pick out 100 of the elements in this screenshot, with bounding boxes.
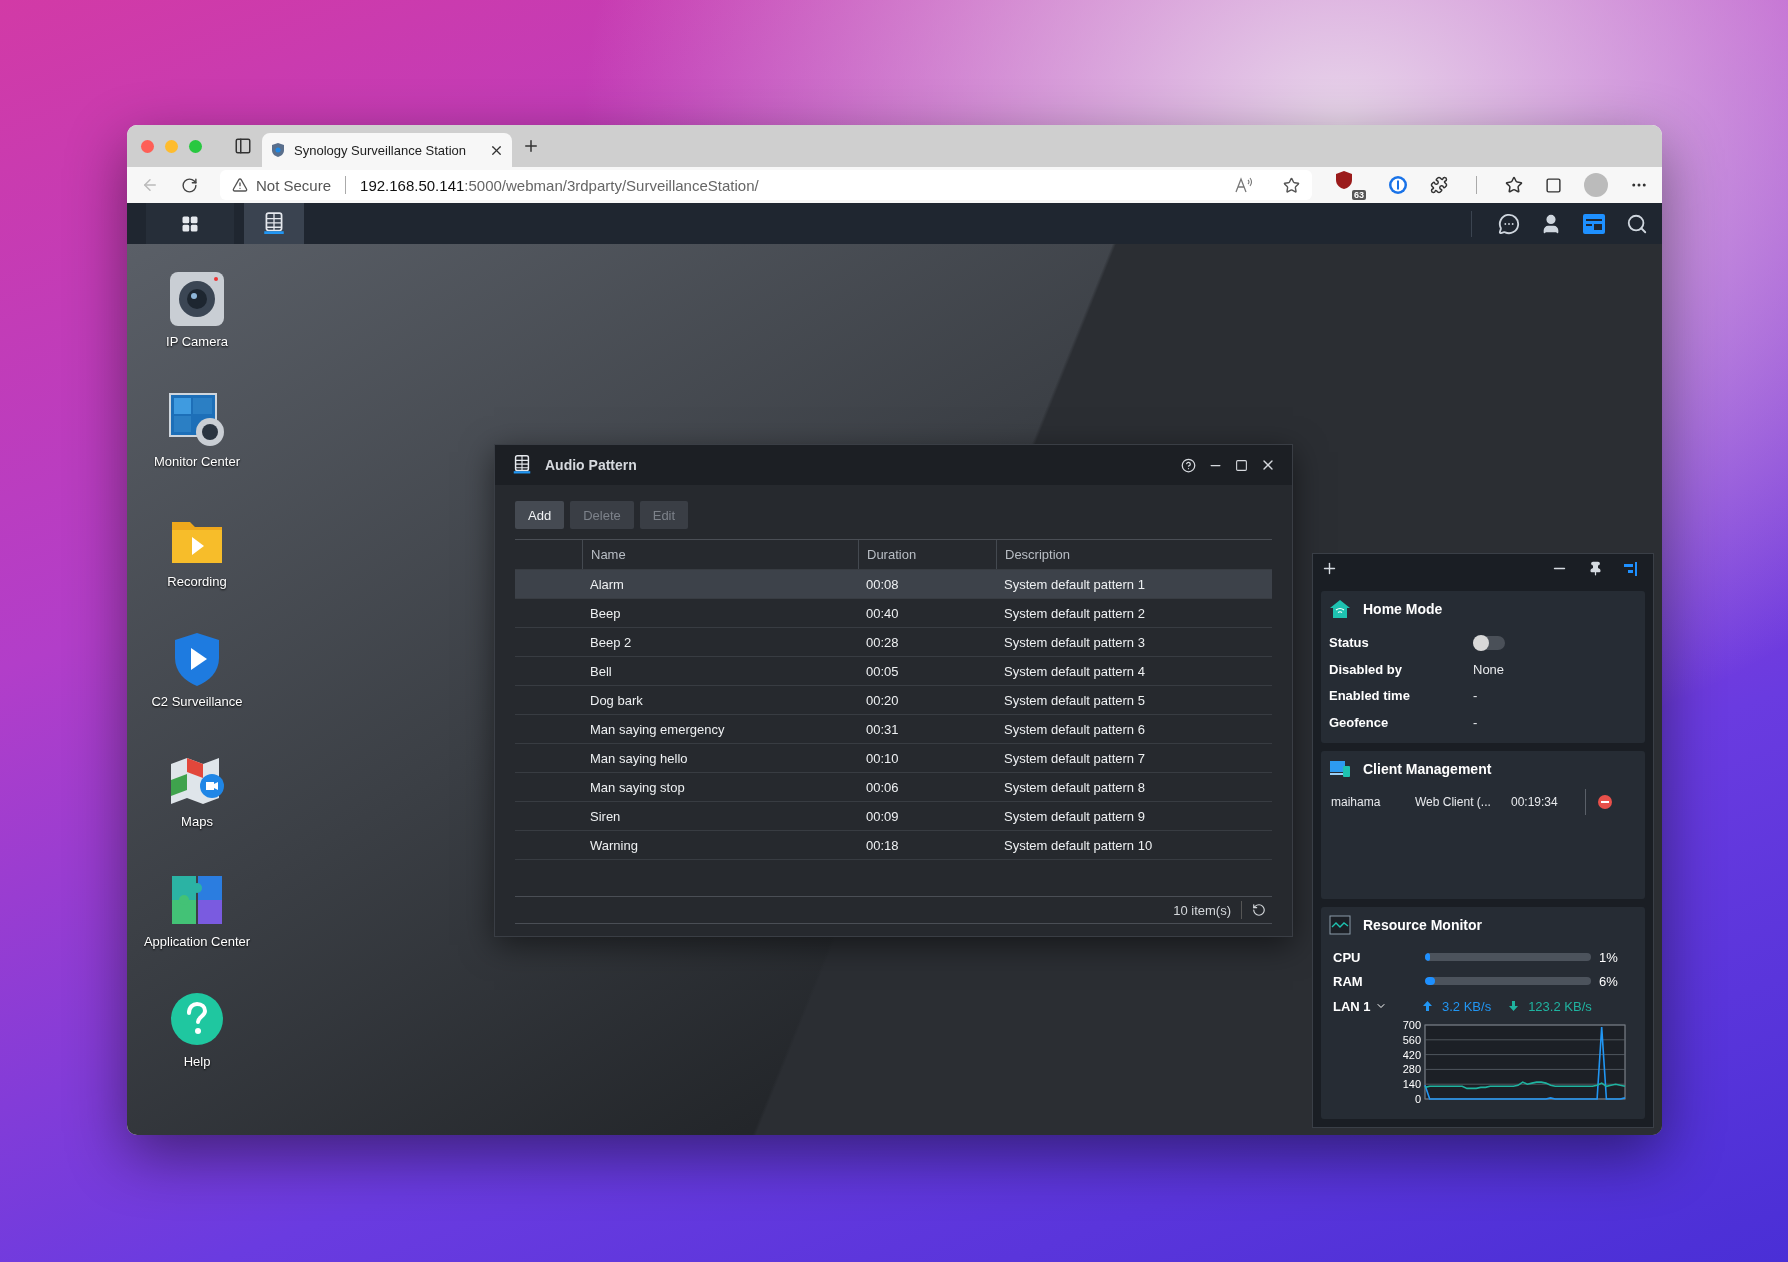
table-cell-text: Beep 2	[589, 633, 633, 652]
table-cell-text: System default pattern 10	[1003, 836, 1154, 855]
browser-tab[interactable]: Synology Surveillance Station	[262, 133, 512, 167]
table-row[interactable]: Bell 00:05 System default pattern 4	[515, 657, 1272, 686]
axis-tick-label: 420	[1402, 1048, 1421, 1061]
table-cell-text: Man saying hello	[589, 749, 689, 768]
main-menu-button[interactable]	[146, 203, 234, 244]
collections-icon[interactable]	[1545, 176, 1562, 194]
table-cell-text: System default pattern 4	[1003, 662, 1146, 681]
reload-icon[interactable]	[181, 176, 198, 194]
table-row[interactable]: Beep 00:40 System default pattern 2	[515, 599, 1272, 628]
axis-tick-label: 700	[1402, 1019, 1421, 1031]
table-cell-text: 00:08	[865, 575, 900, 594]
table-row[interactable]: Man saying hello 00:10 System default pattern 7	[515, 744, 1272, 773]
field-label: Enabled time	[1329, 688, 1411, 704]
table-cell-text: Alarm	[589, 575, 625, 594]
table-cell-text: Siren	[589, 807, 622, 826]
table-cell-text: Dog bark	[589, 691, 644, 710]
column-header[interactable]: Name	[582, 540, 858, 569]
address-field[interactable]: Not Secure 192.168.50.141:5000/webman/3rdparty/SurveillanceStation/	[220, 170, 1312, 200]
table-cell-text: System default pattern 5	[1003, 691, 1146, 710]
table-row[interactable]: Beep 2 00:28 System default pattern 3	[515, 628, 1272, 657]
read-aloud-icon[interactable]	[1235, 177, 1253, 193]
table-cell-text: 00:28	[865, 633, 900, 652]
maximize-icon[interactable]	[1235, 458, 1248, 472]
column-header[interactable]: Description	[996, 540, 1272, 569]
table-row[interactable]: Warning 00:18 System default pattern 10	[515, 831, 1272, 860]
meter-label: RAM	[1333, 973, 1364, 989]
security-label: Not Secure	[256, 176, 332, 194]
axis-tick-label: 560	[1402, 1033, 1421, 1046]
table-cell-text: System default pattern 8	[1003, 778, 1146, 797]
camera-icon	[168, 270, 226, 328]
table-row[interactable]: Dog bark 00:20 System default pattern 5	[515, 686, 1272, 715]
axis-tick-label: 140	[1402, 1078, 1421, 1091]
download-arrow-icon	[1509, 1001, 1519, 1011]
sidebar-icon[interactable]	[234, 137, 252, 155]
table-cell-text: Man saying stop	[589, 778, 686, 797]
disconnect-icon[interactable]	[1598, 795, 1612, 810]
client-time: 00:19:34	[1511, 795, 1559, 810]
surveillance-app-icon	[261, 210, 287, 237]
desktop-shortcut[interactable]: Maps	[168, 750, 226, 870]
desktop-shortcut[interactable]: Recording	[167, 510, 227, 630]
table-row[interactable]: Man saying stop 00:06 System default pattern 8	[515, 773, 1272, 802]
toolbar-button[interactable]: Add	[515, 501, 565, 529]
extensions-icon[interactable]	[1430, 176, 1448, 194]
widgets-icon[interactable]	[1582, 212, 1606, 235]
status-toggle[interactable]	[1473, 635, 1505, 650]
meter-reading: 6%	[1598, 973, 1619, 989]
table-cell-text: 00:18	[865, 836, 900, 855]
search-icon[interactable]	[1626, 212, 1648, 235]
field-label: Geofence	[1329, 714, 1390, 730]
table-cell-text: System default pattern 7	[1003, 749, 1146, 768]
panel-dock-icon[interactable]	[1623, 560, 1639, 577]
table-row[interactable]: Man saying emergency 00:31 System default pattern 6	[515, 715, 1272, 744]
monitor-wave-icon	[1329, 915, 1351, 935]
table-cell-text: 00:40	[865, 604, 900, 623]
shield-icon	[270, 142, 286, 158]
table-cell-text: Bell	[589, 662, 613, 681]
tab-title: Synology Surveillance Station	[294, 142, 467, 158]
desktop-shortcut[interactable]: Monitor Center	[154, 390, 240, 510]
download-rate: 123.2 KB/s	[1528, 998, 1592, 1014]
resource-monitor-card: Resource Monitor CPU 1% RAM 6% LAN 1 3.2 KB/s 123.2 KB/s 0 140 280 420 560 700	[1321, 907, 1645, 1119]
pin-icon[interactable]	[1588, 561, 1603, 577]
table-cell-text: Beep	[589, 604, 622, 623]
desktop-shortcut[interactable]: IP Camera	[166, 270, 228, 390]
help-icon[interactable]	[1181, 457, 1196, 473]
table-cell-text: 00:09	[865, 807, 900, 826]
field-value: None	[1473, 661, 1506, 677]
field-value: -	[1473, 714, 1479, 730]
add-favorite-icon[interactable]	[1283, 176, 1300, 194]
taskbar-app-button[interactable]	[244, 203, 304, 244]
table-cell-text: Warning	[589, 836, 639, 855]
network-selector[interactable]: LAN 1	[1333, 998, 1371, 1014]
desktop-shortcut[interactable]: Help	[168, 990, 226, 1110]
column-header[interactable]: Duration	[858, 540, 996, 569]
chat-icon[interactable]	[1498, 212, 1520, 235]
favorites-icon[interactable]	[1505, 176, 1523, 194]
axis-tick-label: 0	[1414, 1093, 1421, 1105]
shield-extension-icon[interactable]	[1334, 170, 1354, 190]
new-tab-icon[interactable]	[522, 137, 540, 155]
window-title: Audio Pattern	[545, 457, 638, 473]
table-cell-text: Man saying emergency	[589, 720, 726, 739]
client-management-card: Client Management maihama Web Client (... 00:19:34	[1321, 751, 1645, 899]
desktop-shortcut[interactable]: Application Center	[143, 870, 251, 990]
meter-reading: 1%	[1598, 949, 1619, 965]
field-label: Disabled by	[1329, 661, 1403, 677]
field-value: -	[1473, 688, 1479, 704]
client-user: maihama	[1331, 795, 1382, 810]
home-mode-card: Home Mode Status Disabled by None Enabled time - Geofence -	[1321, 591, 1645, 744]
password-manager-icon[interactable]	[1388, 175, 1408, 195]
refresh-icon[interactable]	[1252, 903, 1266, 917]
desktop-shortcut[interactable]: C2 Surveillance	[151, 630, 243, 750]
table-row[interactable]: Alarm 00:08 System default pattern 1	[515, 570, 1272, 599]
field-label: Status	[1329, 635, 1370, 651]
table-cell-text: System default pattern 2	[1003, 604, 1146, 623]
warning-icon	[232, 177, 248, 193]
table-cell-text: System default pattern 6	[1003, 720, 1146, 739]
table-cell-text: 00:05	[865, 662, 900, 681]
table-row[interactable]: Siren 00:09 System default pattern 9	[515, 802, 1272, 831]
table-cell-text: System default pattern 3	[1003, 633, 1146, 652]
